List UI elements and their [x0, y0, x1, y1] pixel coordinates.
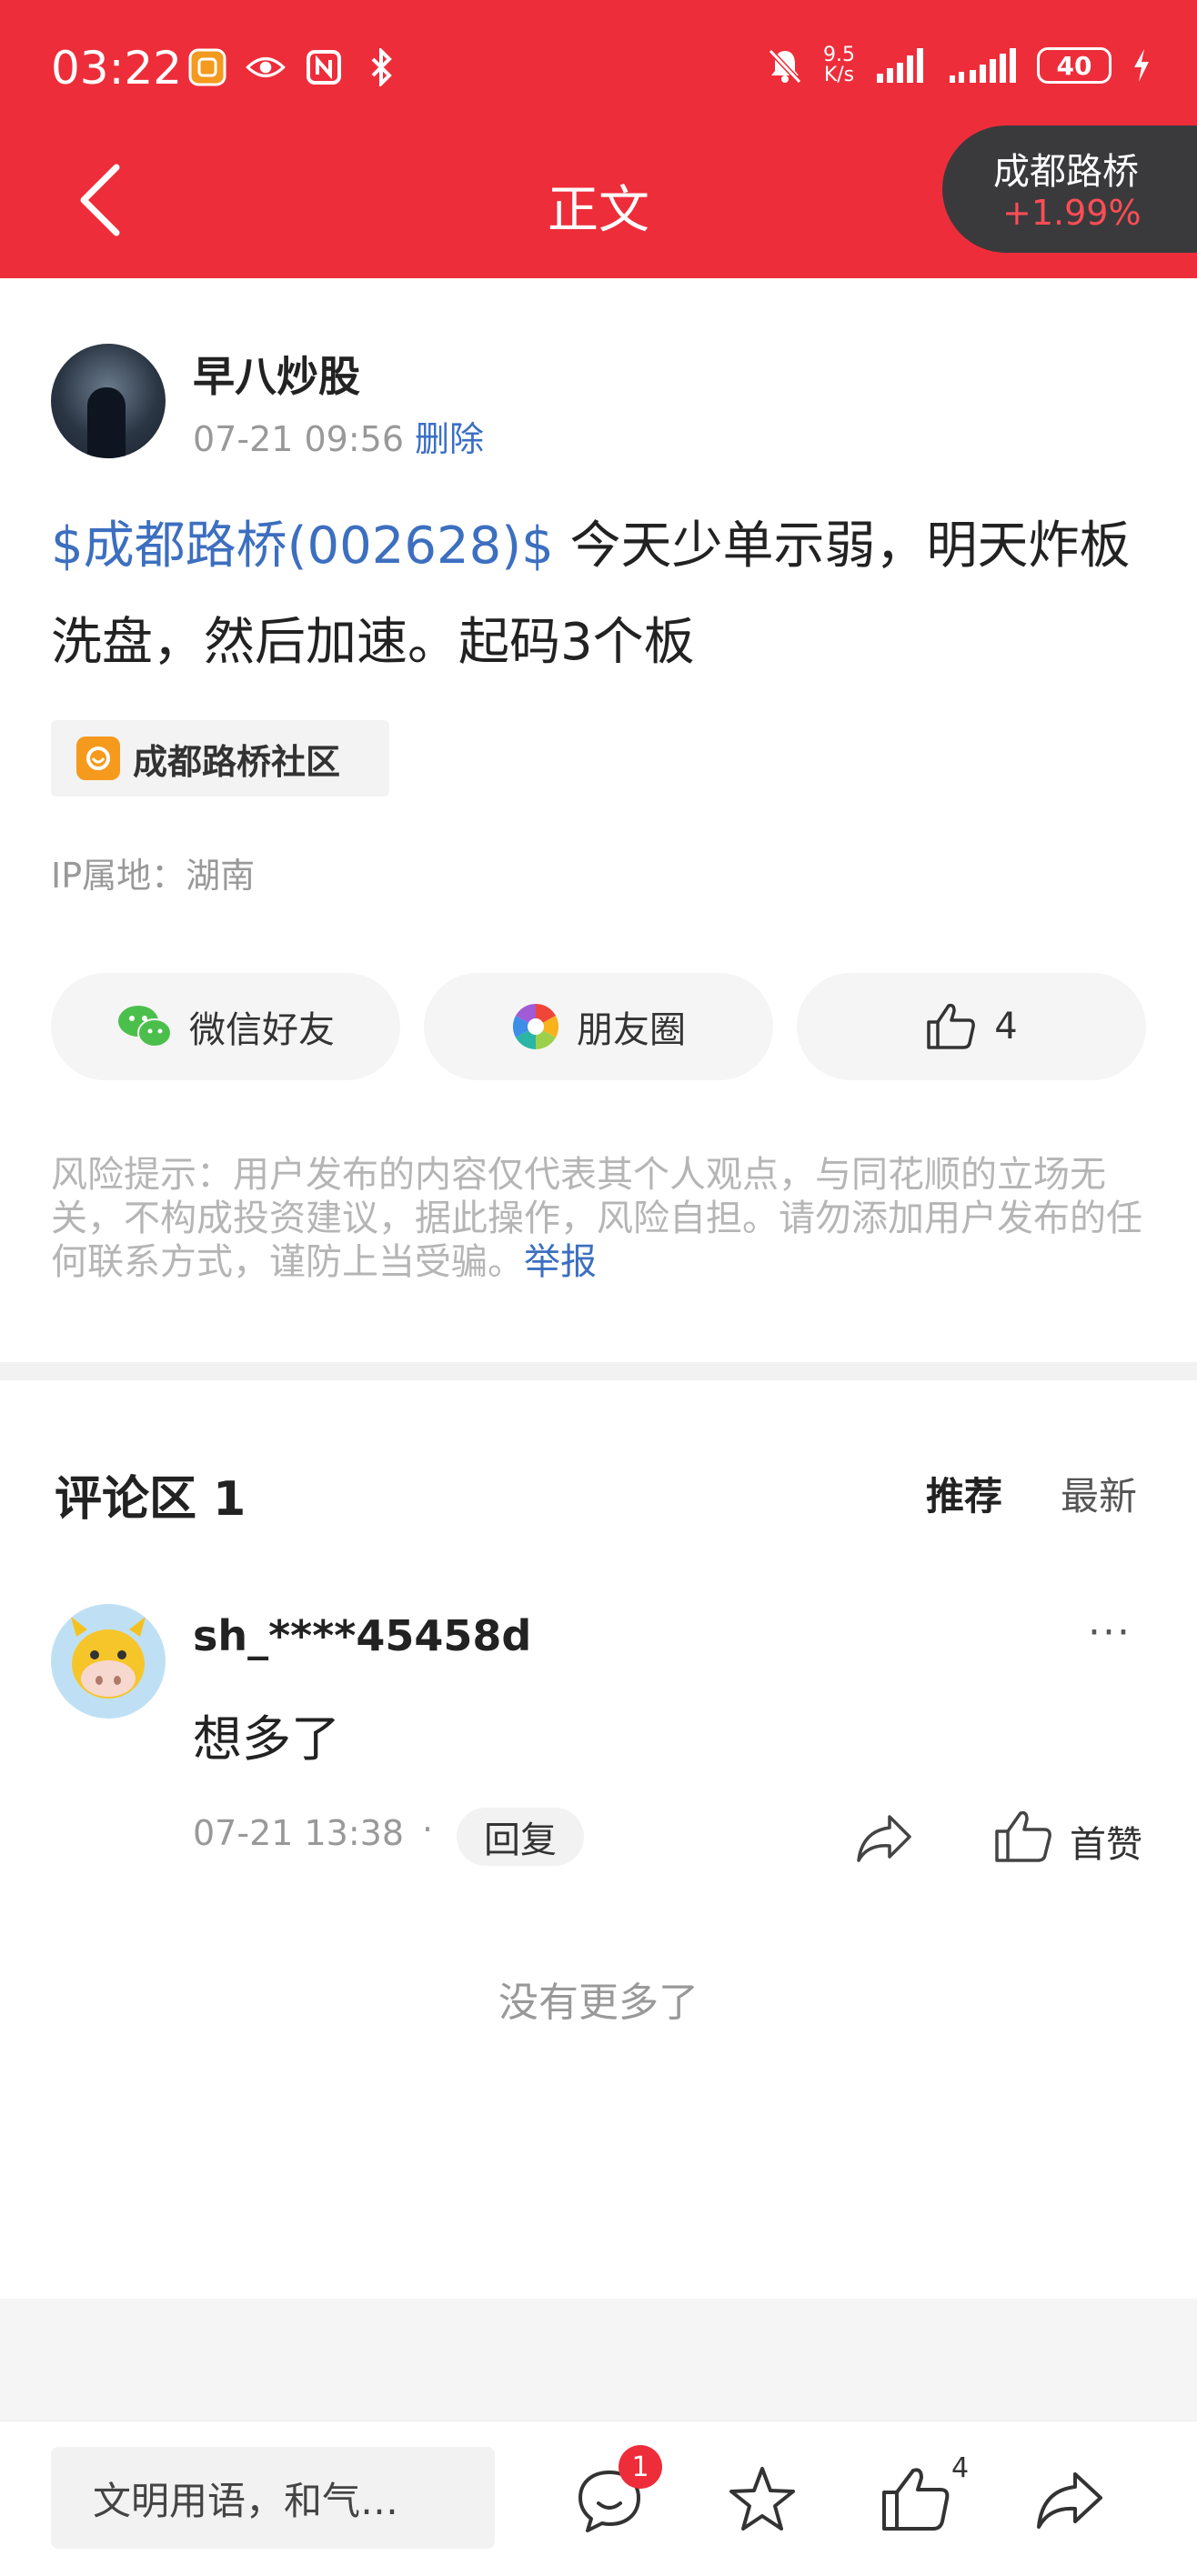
share-wechat-label: 微信好友 — [189, 1009, 335, 1051]
comment-share-button[interactable] — [853, 1809, 915, 1868]
app-notification-icon — [187, 47, 227, 87]
share-arrow-icon — [1037, 2472, 1102, 2529]
delete-link[interactable]: 删除 — [415, 419, 484, 459]
sort-recommend-tab[interactable]: 推荐 — [926, 1466, 1002, 1521]
commenter-avatar[interactable] — [51, 1604, 166, 1719]
comment-separator: · — [422, 1809, 434, 1849]
net-speed-value: 9.5 — [823, 44, 855, 66]
reply-button[interactable]: 回复 — [457, 1808, 584, 1866]
footer-spacer — [0, 2299, 1197, 2421]
battery-indicator: 40 — [1037, 47, 1112, 84]
comment-time: 07-21 13:38 — [193, 1813, 405, 1853]
share-moments-label: 朋友圈 — [577, 1009, 686, 1051]
post-content: $成都路桥(002628)$ 今天少单示弱，明天炸板洗盘，然后加速。起码3个板 — [51, 498, 1152, 691]
avatar-silhouette — [87, 387, 126, 458]
net-speed-unit: K/s — [823, 64, 855, 86]
status-icons-left — [187, 47, 402, 87]
comment-count-badge: 1 — [619, 2445, 662, 2489]
more-options-icon[interactable]: ··· — [1088, 1609, 1132, 1656]
post-like-count: 4 — [994, 1006, 1018, 1047]
signal-2-icon — [950, 48, 1016, 83]
report-link[interactable]: 举报 — [524, 1241, 597, 1283]
like-count: 4 — [951, 2452, 970, 2484]
comment-text: 想多了 — [193, 1710, 340, 1768]
thumbs-up-icon — [995, 1810, 1051, 1862]
comment-like-button[interactable] — [993, 1809, 1055, 1868]
stock-change: +1.99% — [1002, 193, 1142, 233]
signal-icon — [877, 48, 923, 83]
network-speed: 9.5 K/s — [823, 45, 855, 85]
community-label: 成都路桥社区 — [133, 741, 341, 782]
community-tag[interactable]: 成都路桥社区 — [51, 720, 389, 797]
mute-icon — [768, 48, 802, 84]
thumbs-up-icon — [882, 2468, 950, 2531]
comment-input[interactable]: 文明用语，和气… — [51, 2447, 495, 2549]
community-icon — [76, 737, 120, 780]
no-more-label: 没有更多了 — [498, 1980, 699, 2026]
share-wechat-button[interactable]: 微信好友 — [51, 973, 400, 1080]
status-time: 03:22 — [51, 42, 183, 95]
moments-icon — [512, 1003, 559, 1050]
share-arrow-icon — [857, 1815, 911, 1862]
risk-notice: 风险提示：用户发布的内容仅代表其个人观点，与同花顺的立场无关，不构成投资建议，据… — [51, 1153, 1152, 1284]
commenter-name[interactable]: sh_****45458d — [193, 1611, 531, 1660]
section-divider — [0, 1362, 1197, 1380]
status-icons-right: 9.5 K/s 40 — [767, 45, 1152, 85]
eye-icon — [246, 47, 286, 87]
favorite-button[interactable] — [724, 2461, 800, 2538]
thumbs-up-icon — [927, 1003, 976, 1049]
stock-name: 成都路桥 — [993, 151, 1139, 193]
bluetooth-icon — [362, 47, 402, 87]
top-bar: 03:22 9.5 K/s 40 正文 成都路桥 +1.99% — [0, 0, 1197, 278]
cow-avatar-icon — [71, 1617, 146, 1699]
ip-location: IP属地：湖南 — [51, 856, 256, 896]
bottom-action-bar: 文明用语，和气… 1 4 — [0, 2421, 1197, 2576]
post-meta: 07-21 09:56 删除 — [193, 411, 484, 461]
sort-latest-tab[interactable]: 最新 — [1061, 1466, 1137, 1521]
wechat-icon — [118, 1006, 172, 1047]
share-moments-button[interactable]: 朋友圈 — [424, 973, 773, 1080]
comment-like-label[interactable]: 首赞 — [1070, 1815, 1142, 1868]
stock-tag-link[interactable]: $成都路桥(002628)$ — [51, 516, 554, 576]
charging-icon — [1134, 49, 1149, 82]
risk-text: 风险提示：用户发布的内容仅代表其个人观点，与同花顺的立场无关，不构成投资建议，据… — [51, 1154, 1142, 1283]
star-icon — [729, 2467, 795, 2531]
post-time: 07-21 09:56 — [193, 419, 405, 459]
like-button[interactable] — [877, 2461, 953, 2538]
stock-quote-chip[interactable]: 成都路桥 +1.99% — [942, 125, 1197, 253]
author-avatar[interactable] — [51, 344, 166, 458]
share-button[interactable] — [1031, 2461, 1108, 2538]
author-name[interactable]: 早八炒股 — [193, 344, 360, 404]
like-post-button[interactable]: 4 — [797, 973, 1146, 1080]
nfc-icon — [304, 47, 344, 87]
comments-title: 评论区 1 — [55, 1472, 246, 1527]
